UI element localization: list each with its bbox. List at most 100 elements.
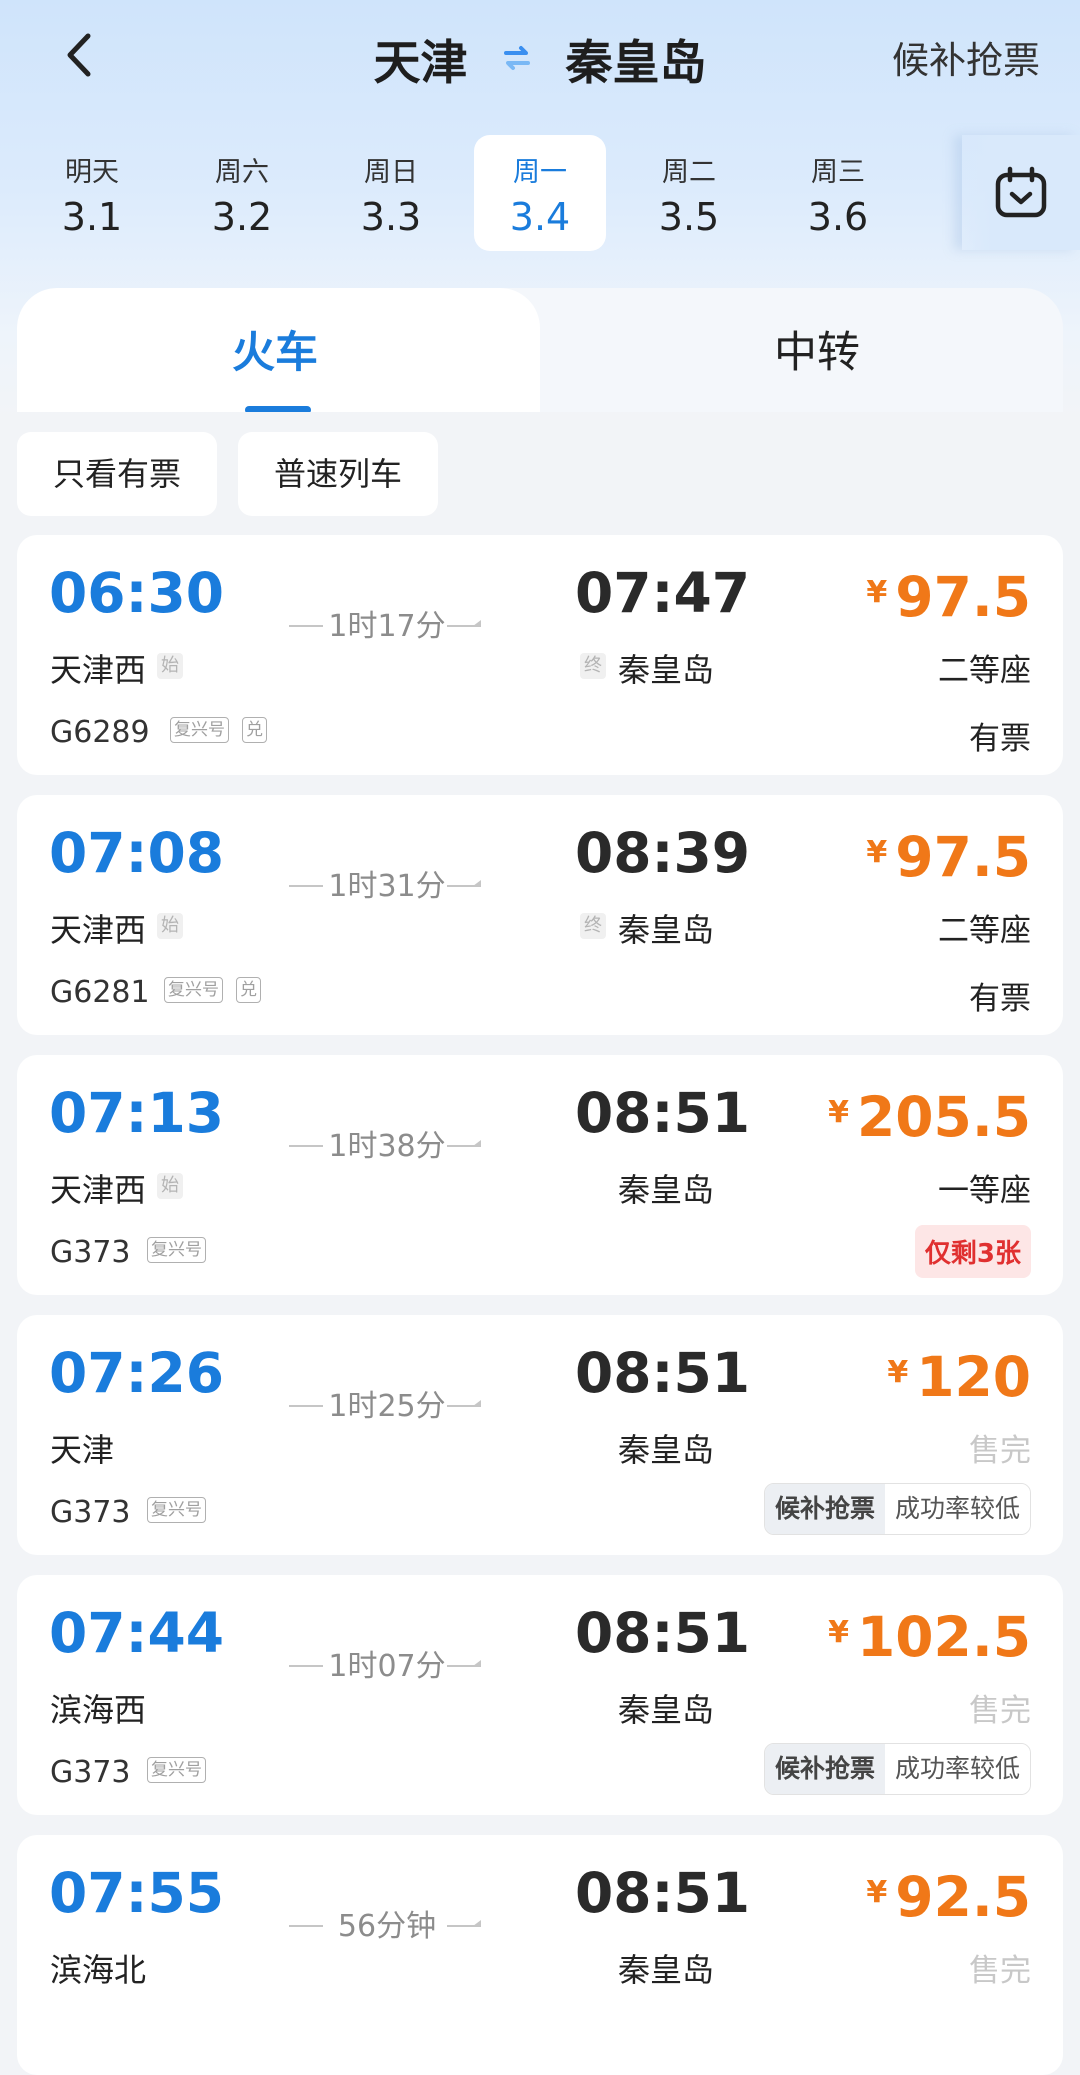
train-card[interactable]: 07:08 1时31分 08:39 天津西 始 终 秦皇岛 G6281 复兴号 … xyxy=(17,795,1063,1035)
train-number: G6289 xyxy=(50,715,150,750)
filter-only-available[interactable]: 只看有票 xyxy=(17,432,217,516)
from-station: 天津 xyxy=(50,1431,115,1469)
train-card[interactable]: 07:55 56分钟 08:51 滨海北 秦皇岛 ¥92.5 售完 xyxy=(17,1835,1063,2075)
date-item[interactable]: 周三 3.6 xyxy=(773,155,903,243)
waitlist-label: 候补抢票 xyxy=(764,1484,885,1534)
fuxing-tag: 复兴号 xyxy=(147,1757,206,1783)
train-number: G373 xyxy=(50,1235,131,1270)
date-weekday: 周一 xyxy=(513,157,567,188)
date-item-selected[interactable]: 周一 3.4 xyxy=(474,135,606,251)
depart-time: 07:26 xyxy=(49,1341,225,1405)
waitlist-note: 成功率较低 xyxy=(884,1484,1030,1534)
tab-transfer[interactable]: 中转 xyxy=(774,318,860,380)
price: ¥92.5 xyxy=(866,1861,1031,1929)
start-station-tag: 始 xyxy=(157,653,183,679)
duration: 56分钟 xyxy=(337,1909,437,1944)
duration-arrow xyxy=(447,880,481,887)
sold-out-label: 售完 xyxy=(969,1693,1031,1729)
fuxing-tag: 复兴号 xyxy=(147,1237,206,1263)
date-value: 3.5 xyxy=(658,195,720,239)
start-station-tag: 始 xyxy=(157,913,183,939)
sold-out-label: 售完 xyxy=(969,1953,1031,1989)
tickets-left-badge: 仅剩3张 xyxy=(914,1225,1031,1278)
duration: 1时31分 xyxy=(328,869,446,904)
arrive-time: 08:51 xyxy=(575,1601,751,1665)
ticket-status: 有票 xyxy=(969,981,1031,1017)
tab-train[interactable]: 火车 xyxy=(232,318,318,380)
waitlist-button[interactable]: 候补抢票 成功率较低 xyxy=(763,1743,1031,1795)
sold-out-label: 售完 xyxy=(969,1433,1031,1469)
to-station: 秦皇岛 xyxy=(618,1171,715,1209)
yen-symbol: ¥ xyxy=(866,575,888,610)
tab-bar: 火车 中转 xyxy=(17,288,1063,412)
duration: 1时07分 xyxy=(328,1649,446,1684)
train-card[interactable]: 07:26 1时25分 08:51 天津 秦皇岛 G373 复兴号 ¥120 售… xyxy=(17,1315,1063,1555)
price-value: 205.5 xyxy=(857,1085,1031,1149)
fuxing-tag: 复兴号 xyxy=(164,977,223,1003)
depart-time: 07:13 xyxy=(49,1081,225,1145)
from-station: 天津西 xyxy=(50,651,147,689)
ticket-status: 有票 xyxy=(969,721,1031,757)
to-city[interactable]: 秦皇岛 xyxy=(566,24,707,93)
date-item[interactable]: 周日 3.3 xyxy=(326,155,456,243)
depart-time: 07:44 xyxy=(49,1601,225,1665)
fuxing-tag: 复兴号 xyxy=(147,1497,206,1523)
seat-class: 一等座 xyxy=(938,1173,1031,1209)
seat-class: 二等座 xyxy=(938,913,1031,949)
waitlist-label: 候补抢票 xyxy=(764,1744,885,1794)
filter-regular-trains[interactable]: 普速列车 xyxy=(238,432,438,516)
from-station: 天津西 xyxy=(50,911,147,949)
price-value: 97.5 xyxy=(895,825,1031,889)
calendar-icon[interactable] xyxy=(993,165,1049,221)
duration: 1时25分 xyxy=(328,1389,446,1424)
date-item[interactable]: 周二 3.5 xyxy=(624,155,754,243)
from-city[interactable]: 天津 xyxy=(374,24,468,93)
from-station: 天津西 xyxy=(50,1171,147,1209)
to-station: 秦皇岛 xyxy=(618,651,715,689)
date-value: 3.4 xyxy=(509,195,571,239)
price-value: 120 xyxy=(916,1345,1031,1409)
date-value: 3.2 xyxy=(211,195,273,239)
end-station-tag: 终 xyxy=(580,913,606,939)
duration-arrow xyxy=(447,1400,481,1407)
from-station: 滨海北 xyxy=(50,1951,147,1989)
price-value: 97.5 xyxy=(895,565,1031,629)
arrive-time: 08:51 xyxy=(575,1341,751,1405)
train-card[interactable]: 06:30 1时17分 07:47 天津西 始 终 秦皇岛 G6289 复兴号 … xyxy=(17,535,1063,775)
start-station-tag: 始 xyxy=(157,1173,183,1199)
date-value: 3.1 xyxy=(61,195,123,239)
waitlist-button[interactable]: 候补抢票 成功率较低 xyxy=(763,1483,1031,1535)
end-station-tag: 终 xyxy=(580,653,606,679)
duration: 1时17分 xyxy=(328,609,446,644)
date-weekday: 周三 xyxy=(811,157,865,188)
price-value: 102.5 xyxy=(857,1605,1031,1669)
duration-arrow xyxy=(447,1920,481,1927)
train-number: G6281 xyxy=(50,975,150,1010)
date-weekday: 明天 xyxy=(65,157,119,188)
yen-symbol: ¥ xyxy=(828,1095,850,1130)
arrive-time: 08:51 xyxy=(575,1081,751,1145)
train-card[interactable]: 07:44 1时07分 08:51 滨海西 秦皇岛 G373 复兴号 ¥102.… xyxy=(17,1575,1063,1815)
yen-symbol: ¥ xyxy=(828,1615,850,1650)
depart-time: 07:08 xyxy=(49,821,225,885)
date-item[interactable]: 周六 3.2 xyxy=(177,155,307,243)
price-value: 92.5 xyxy=(895,1865,1031,1929)
date-weekday: 周二 xyxy=(662,157,716,188)
train-number: G373 xyxy=(50,1495,131,1530)
redeem-tag: 兑 xyxy=(236,977,261,1003)
train-card[interactable]: 07:13 1时38分 08:51 天津西 始 秦皇岛 G373 复兴号 ¥20… xyxy=(17,1055,1063,1295)
to-station: 秦皇岛 xyxy=(618,911,715,949)
date-weekday: 周日 xyxy=(364,157,418,188)
date-value: 3.3 xyxy=(360,195,422,239)
arrive-time: 07:47 xyxy=(575,561,751,625)
duration-arrow xyxy=(447,620,481,627)
swap-icon[interactable] xyxy=(502,43,532,73)
date-weekday: 周六 xyxy=(215,157,269,188)
yen-symbol: ¥ xyxy=(866,1875,888,1910)
waitlist-link[interactable]: 候补抢票 xyxy=(892,30,1040,84)
date-item[interactable]: 明天 3.1 xyxy=(27,155,157,243)
price: ¥102.5 xyxy=(828,1601,1031,1669)
arrive-time: 08:39 xyxy=(575,821,751,885)
depart-time: 06:30 xyxy=(49,561,225,625)
tab-indicator xyxy=(245,406,311,412)
